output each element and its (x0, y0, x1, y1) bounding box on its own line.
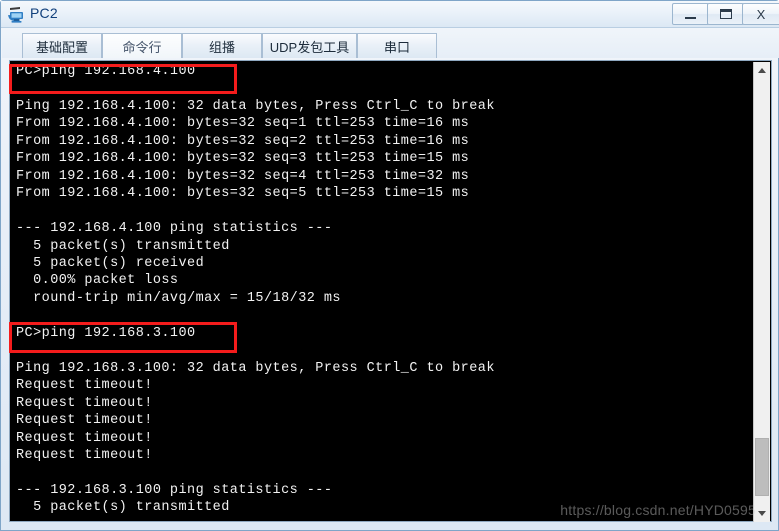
tab-serial-port[interactable]: 串口 (357, 33, 437, 58)
pc-terminal-icon (7, 5, 27, 25)
terminal-output[interactable]: PC>ping 192.168.4.100 Ping 192.168.4.100… (10, 61, 755, 521)
window-title: PC2 (30, 5, 58, 21)
scroll-down-arrow-icon[interactable] (754, 505, 770, 522)
minimize-button[interactable] (672, 3, 709, 25)
title-bar: PC2 X (1, 1, 779, 28)
tab-command-line[interactable]: 命令行 (102, 33, 182, 58)
maximize-button[interactable] (707, 3, 744, 25)
tab-udp-tool[interactable]: UDP发包工具 (262, 33, 357, 58)
terminal-scrollbar[interactable] (753, 62, 770, 522)
scrollbar-thumb[interactable] (755, 438, 769, 496)
minimize-icon (673, 4, 708, 24)
tab-basic-config[interactable]: 基础配置 (22, 33, 102, 58)
pc2-window: PC2 X 基础配置 命令行 组播 UDP发包工具 串口 PC>ping 192… (0, 0, 779, 531)
tab-strip: 基础配置 命令行 组播 UDP发包工具 串口 (2, 28, 779, 58)
maximize-icon (708, 4, 743, 24)
close-button[interactable]: X (742, 3, 779, 25)
scroll-up-arrow-icon[interactable] (754, 62, 770, 79)
close-icon: X (756, 6, 766, 22)
tab-multicast[interactable]: 组播 (182, 33, 262, 58)
terminal-panel: PC>ping 192.168.4.100 Ping 192.168.4.100… (9, 60, 772, 522)
terminal-text: PC>ping 192.168.4.100 Ping 192.168.4.100… (16, 64, 495, 516)
